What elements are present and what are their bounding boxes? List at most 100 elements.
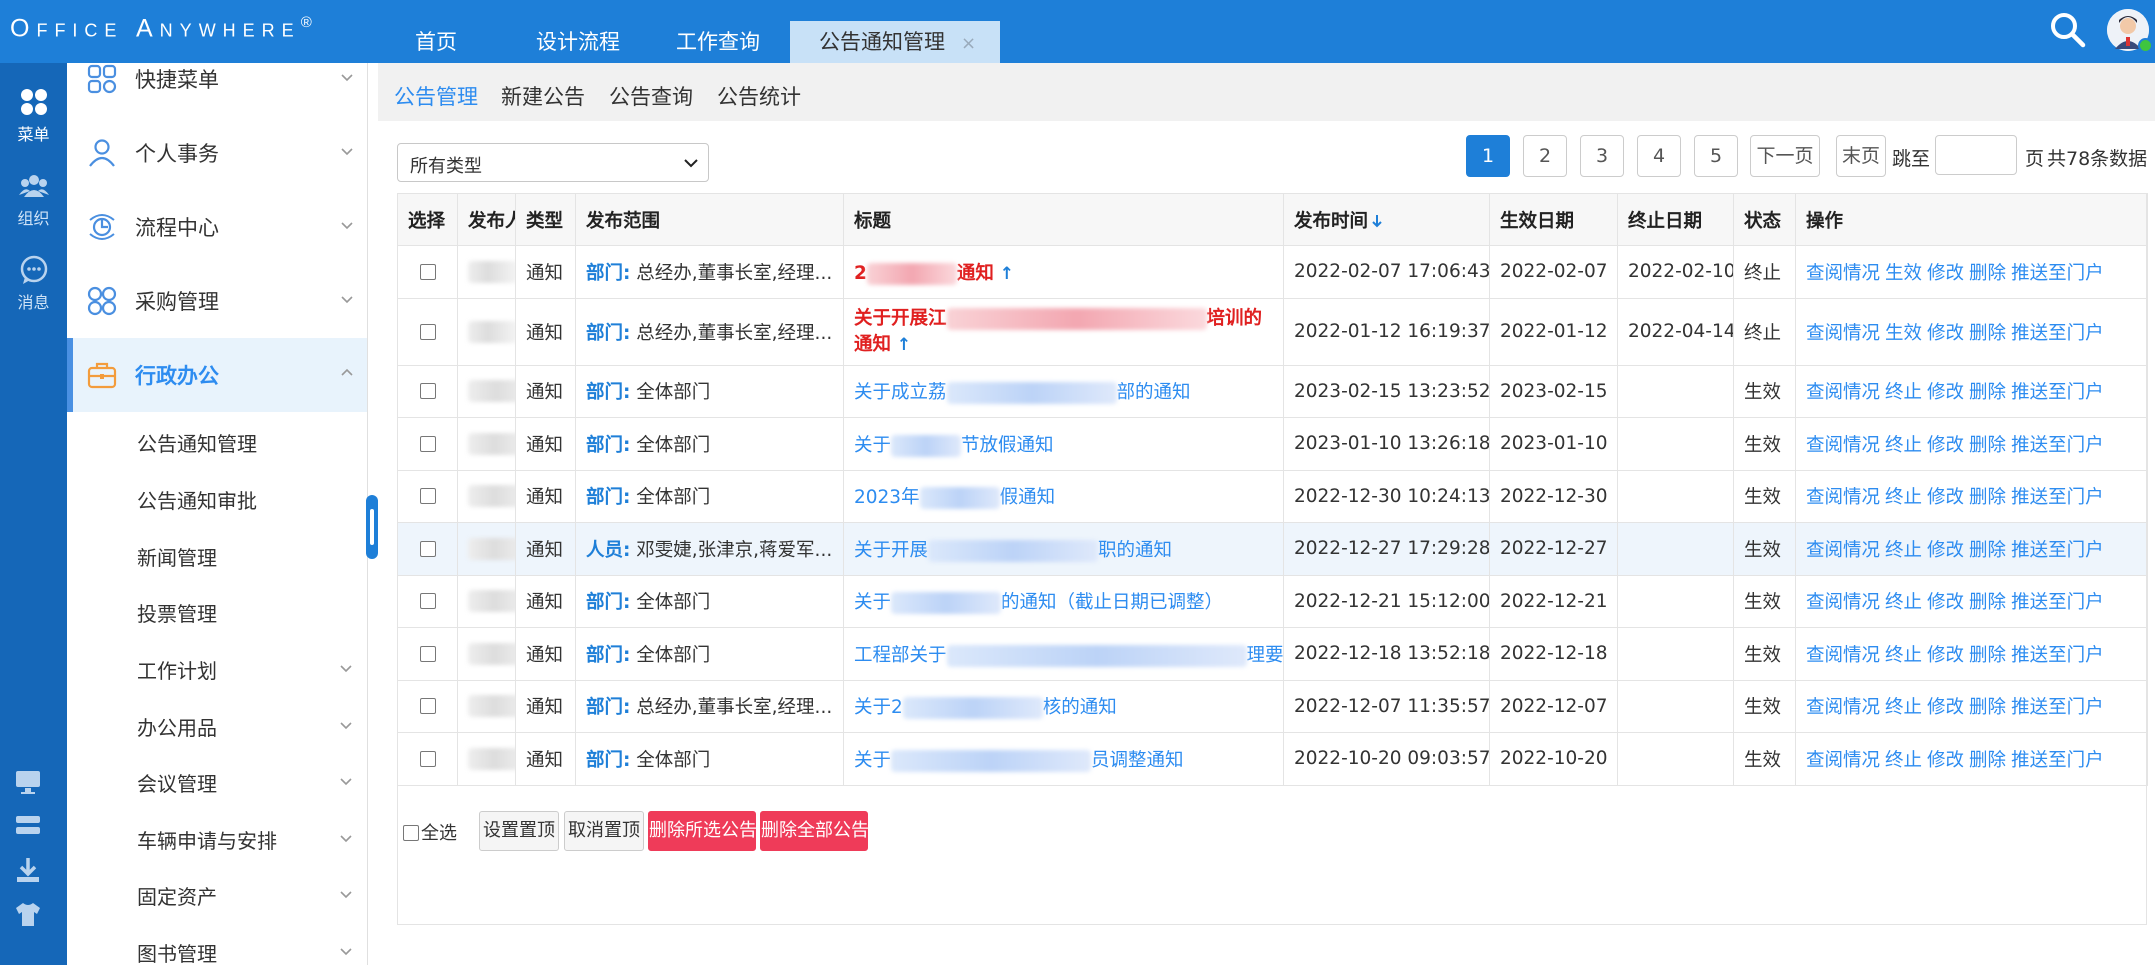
server-icon[interactable]: [13, 811, 43, 841]
title-link[interactable]: 2023年 假通知: [854, 487, 1055, 510]
push-to-portal-link[interactable]: 推送至门户: [2011, 697, 2104, 718]
edit-link[interactable]: 修改: [1927, 323, 1964, 344]
view-status-link[interactable]: 查阅情况: [1806, 645, 1880, 666]
view-status-link[interactable]: 查阅情况: [1806, 487, 1880, 508]
row-checkbox[interactable]: [419, 383, 436, 400]
page-5-button[interactable]: 5: [1694, 135, 1738, 177]
sidebar-item-admin-office[interactable]: 行政办公: [67, 338, 367, 412]
push-to-portal-link[interactable]: 推送至门户: [2011, 592, 2104, 613]
delete-link[interactable]: 删除: [1969, 263, 2006, 284]
sidebar-collapse-handle[interactable]: [366, 495, 378, 559]
search-icon[interactable]: [2048, 10, 2088, 50]
delete-all-button[interactable]: 删除全部公告: [760, 811, 869, 851]
terminate-link[interactable]: 终止: [1885, 750, 1922, 771]
page-1-button[interactable]: 1: [1466, 135, 1510, 177]
view-status-link[interactable]: 查阅情况: [1806, 697, 1880, 718]
sidebar-sub-fixed-assets[interactable]: 固定资产: [137, 881, 217, 910]
delete-link[interactable]: 删除: [1969, 750, 2006, 771]
push-to-portal-link[interactable]: 推送至门户: [2011, 435, 2104, 456]
delete-link[interactable]: 删除: [1969, 540, 2006, 561]
tab-new-notice[interactable]: 新建公告: [501, 81, 585, 111]
edit-link[interactable]: 修改: [1927, 540, 1964, 561]
sidebar-sub-notice-approval[interactable]: 公告通知审批: [137, 485, 257, 514]
page-3-button[interactable]: 3: [1580, 135, 1624, 177]
terminate-link[interactable]: 终止: [1885, 697, 1922, 718]
row-select-cell[interactable]: [397, 732, 458, 786]
row-checkbox[interactable]: [419, 488, 436, 505]
select-all-checkbox[interactable]: 全选: [403, 819, 457, 845]
row-checkbox[interactable]: [419, 540, 436, 557]
title-link[interactable]: 关于开展江 培训的通知: [854, 307, 1262, 355]
terminate-link[interactable]: 终止: [1885, 645, 1922, 666]
delete-link[interactable]: 删除: [1969, 592, 2006, 613]
view-status-link[interactable]: 查阅情况: [1806, 540, 1880, 561]
title-cell[interactable]: 关于开展江 培训的通知 ↑: [843, 297, 1284, 366]
edit-link[interactable]: 修改: [1927, 435, 1964, 456]
title-cell[interactable]: 关于 员调整通知: [843, 732, 1284, 786]
push-to-portal-link[interactable]: 推送至门户: [2011, 382, 2104, 403]
push-to-portal-link[interactable]: 推送至门户: [2011, 323, 2104, 344]
row-select-cell[interactable]: [397, 522, 458, 576]
edit-link[interactable]: 修改: [1927, 697, 1964, 718]
title-link[interactable]: 关于2 核的通知: [854, 697, 1117, 720]
row-select-cell[interactable]: [397, 627, 458, 681]
view-status-link[interactable]: 查阅情况: [1806, 435, 1880, 456]
row-checkbox[interactable]: [419, 323, 436, 340]
title-link[interactable]: 关于 节放假通知: [854, 434, 1054, 457]
title-cell[interactable]: 关于2 核的通知: [843, 679, 1284, 733]
terminate-link[interactable]: 终止: [1885, 487, 1922, 508]
view-status-link[interactable]: 查阅情况: [1806, 592, 1880, 613]
delete-link[interactable]: 删除: [1969, 487, 2006, 508]
sidebar-item-workflow[interactable]: 流程中心: [67, 190, 367, 264]
row-checkbox[interactable]: [419, 645, 436, 662]
push-to-portal-link[interactable]: 推送至门户: [2011, 750, 2104, 771]
row-select-cell[interactable]: [397, 574, 458, 628]
row-checkbox[interactable]: [419, 435, 436, 452]
edit-link[interactable]: 修改: [1927, 487, 1964, 508]
sidebar-sub-vote[interactable]: 投票管理: [137, 598, 217, 627]
sidebar-sub-notice-management[interactable]: 公告通知管理: [137, 428, 257, 457]
terminate-link[interactable]: 终止: [1885, 592, 1922, 613]
rail-item-messages[interactable]: 消息: [0, 255, 67, 313]
nav-tab-design-flow[interactable]: 设计流程: [536, 21, 620, 63]
push-to-portal-link[interactable]: 推送至门户: [2011, 487, 2104, 508]
col-header-publish-time[interactable]: 发布时间: [1283, 193, 1490, 246]
row-select-cell[interactable]: [397, 364, 458, 418]
title-link[interactable]: 关于 的通知（截止日期已调整）: [854, 592, 1223, 615]
jump-page-input[interactable]: [1935, 135, 2017, 175]
row-select-cell[interactable]: [397, 297, 458, 366]
delete-selected-button[interactable]: 删除所选公告: [648, 811, 757, 851]
terminate-link[interactable]: 终止: [1885, 435, 1922, 456]
activate-link[interactable]: 生效: [1885, 263, 1922, 284]
set-pin-button[interactable]: 设置置顶: [479, 811, 559, 851]
monitor-icon[interactable]: [13, 767, 43, 797]
title-cell[interactable]: 2023年 假通知: [843, 469, 1284, 523]
delete-link[interactable]: 删除: [1969, 697, 2006, 718]
terminate-link[interactable]: 终止: [1885, 382, 1922, 403]
activate-link[interactable]: 生效: [1885, 323, 1922, 344]
last-page-button[interactable]: 末页: [1836, 135, 1886, 177]
sidebar-sub-work-plan[interactable]: 工作计划: [137, 655, 217, 684]
push-to-portal-link[interactable]: 推送至门户: [2011, 263, 2104, 284]
rail-item-menu[interactable]: 菜单: [0, 87, 67, 145]
title-link[interactable]: 关于 员调整通知: [854, 749, 1184, 772]
title-cell[interactable]: 关于开展 职的通知: [843, 522, 1284, 576]
row-select-cell[interactable]: [397, 245, 458, 299]
edit-link[interactable]: 修改: [1927, 592, 1964, 613]
close-icon[interactable]: ×: [961, 33, 976, 54]
sidebar-sub-office-supplies[interactable]: 办公用品: [137, 712, 217, 741]
edit-link[interactable]: 修改: [1927, 263, 1964, 284]
delete-link[interactable]: 删除: [1969, 382, 2006, 403]
avatar[interactable]: [2107, 9, 2153, 53]
sidebar-item-purchase[interactable]: 采购管理: [67, 264, 367, 338]
title-cell[interactable]: 工程部关于理要求: [843, 627, 1284, 681]
next-page-button[interactable]: 下一页: [1750, 135, 1820, 177]
row-checkbox[interactable]: [419, 698, 436, 715]
nav-tab-home[interactable]: 首页: [415, 21, 457, 63]
sidebar-sub-library[interactable]: 图书管理: [137, 938, 217, 965]
delete-link[interactable]: 删除: [1969, 435, 2006, 456]
rail-item-org[interactable]: 组织: [0, 171, 67, 229]
unpin-button[interactable]: 取消置顶: [564, 811, 644, 851]
title-cell[interactable]: 2 通知 ↑: [843, 245, 1284, 299]
title-link[interactable]: 工程部关于理要求: [854, 644, 1283, 667]
